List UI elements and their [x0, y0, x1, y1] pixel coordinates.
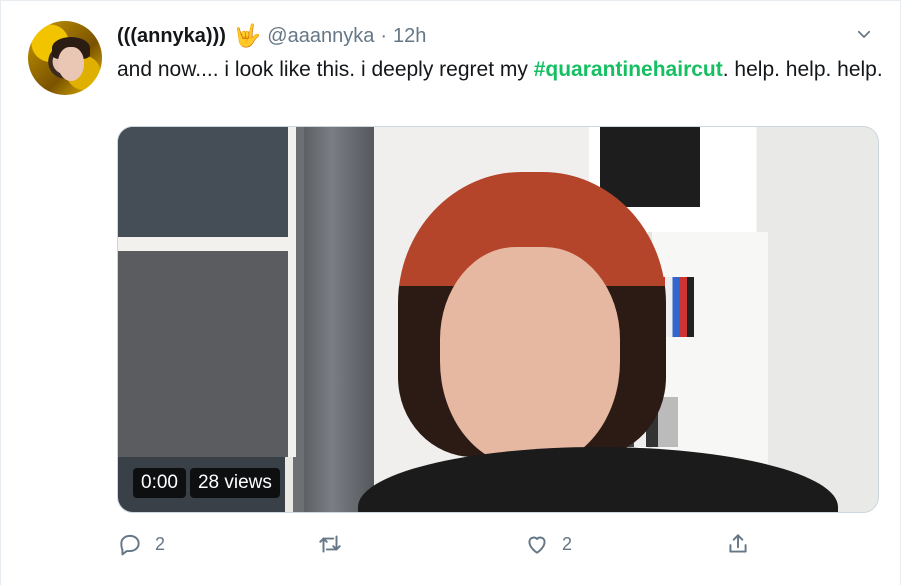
- reply-icon: [120, 534, 140, 556]
- share-icon: [729, 534, 747, 553]
- separator-dot: ·: [380, 24, 388, 47]
- hashtag-link[interactable]: #quarantinehaircut: [534, 58, 723, 81]
- video-window-sash: [118, 237, 296, 251]
- tweet-text: and now.... i look like this. i deeply r…: [117, 55, 887, 84]
- like-count: 2: [562, 533, 573, 554]
- share-button[interactable]: [725, 526, 751, 562]
- reply-count: 2: [155, 533, 166, 554]
- video-timestamp: 0:00: [133, 468, 186, 498]
- caret-down-icon[interactable]: [853, 23, 875, 45]
- video-window-bg: [118, 127, 296, 457]
- display-name[interactable]: (((annyka))): [117, 25, 226, 48]
- user-handle[interactable]: @aaannyka: [267, 25, 374, 48]
- reply-button[interactable]: 2: [117, 526, 165, 562]
- video-person-face: [440, 247, 620, 467]
- video-curtain: [304, 127, 374, 512]
- retweet-button[interactable]: [317, 526, 355, 562]
- tweet-text-before: and now.... i look like this. i deeply r…: [117, 58, 534, 81]
- avatar[interactable]: [28, 21, 102, 95]
- hand-emoji-icon: 🤟: [233, 23, 262, 48]
- tweet-actions: 2 2: [117, 526, 757, 562]
- video-stats: 0:00 28 views: [133, 468, 280, 498]
- like-button[interactable]: 2: [524, 526, 572, 562]
- tweet-text-after: . help. help. help.: [722, 58, 883, 81]
- avatar-face: [58, 47, 84, 81]
- video-views: 28 views: [189, 468, 280, 498]
- tweet-header: (((annyka))) 🤟 @aaannyka · 12h: [117, 21, 426, 51]
- video-player[interactable]: 0:00 28 views: [117, 126, 879, 513]
- like-icon: [528, 536, 546, 554]
- retweet-icon: [319, 535, 341, 553]
- tweet-timestamp[interactable]: 12h: [393, 25, 426, 48]
- video-poster: [600, 127, 700, 207]
- tweet-card[interactable]: (((annyka))) 🤟 @aaannyka · 12h and now..…: [0, 0, 901, 585]
